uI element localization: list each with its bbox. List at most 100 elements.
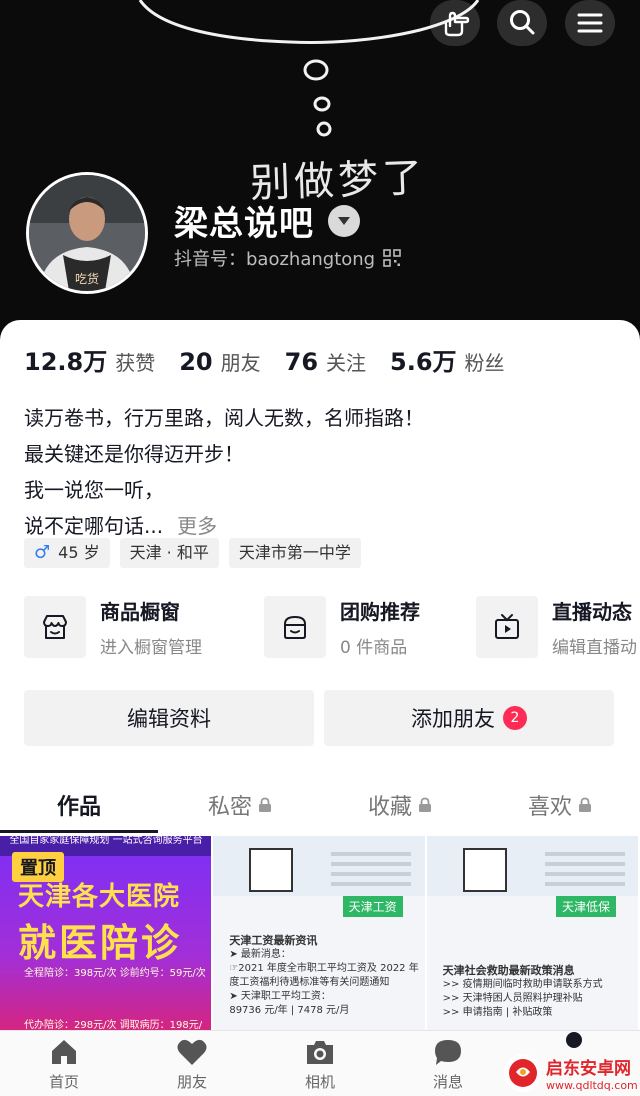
thumbnail-tag: 天津低保 — [555, 896, 616, 917]
service-subtitle: 编辑直播动 — [552, 638, 637, 658]
stat-following-label: 关注 — [326, 351, 367, 375]
thumbnail-news: 天津社会救助最新政策消息 >> 疫情期间临时救助申请联系方式 >> 天津特困人员… — [443, 964, 633, 1020]
notification-badge: 2 — [503, 706, 527, 730]
video-thumbnail[interactable]: 天津工资 天津工资最新资讯 ➤ 最新消息： ☞2021 年度全市职工平均工资及 … — [213, 836, 425, 1036]
tab-label: 收藏 — [367, 795, 412, 820]
search-button[interactable] — [497, 0, 547, 46]
tab-private[interactable]: 私密 — [160, 782, 320, 828]
service-subtitle: 0 件商品 — [340, 638, 408, 658]
add-friend-label: 添加朋友 — [411, 707, 495, 731]
bio-line: 最关键还是你得迈开步！ — [24, 442, 244, 466]
edit-profile-button[interactable]: 编辑资料 — [24, 690, 314, 746]
video-thumbnail[interactable]: 天津低保 天津社会救助最新政策消息 >> 疫情期间临时救助申请联系方式 >> 天… — [426, 836, 638, 1036]
tv-icon — [476, 596, 538, 658]
account-switch-button[interactable] — [328, 204, 360, 237]
douyin-id-text: 抖音号：baozhangtong — [174, 249, 376, 270]
avatar[interactable]: 吃货 — [26, 172, 148, 294]
search-icon — [510, 10, 535, 35]
services-row: 商品橱窗 进入橱窗管理 团购推荐 0 件商品 直播动态 编辑直播动 — [24, 596, 640, 666]
news-line: 89736 元/年 | 7478 元/月 — [229, 1005, 350, 1016]
news-line: ➤ 最新消息： — [229, 949, 291, 960]
nav-home[interactable]: 首页 — [24, 1031, 104, 1096]
profile-tags: ♂ 45 岁 天津 · 和平 天津市第一中学 — [24, 538, 371, 568]
profile-action-buttons: 编辑资料 添加朋友 2 — [24, 690, 614, 746]
news-line: >> 申请指南 | 补贴政策 — [442, 1007, 553, 1018]
service-live-updates[interactable]: 直播动态 编辑直播动 — [476, 596, 637, 658]
nav-label: 相机 — [304, 1072, 335, 1091]
stat-friends[interactable]: 20 朋友 — [179, 347, 260, 376]
news-line: ➤ 天津职工平均工资： — [229, 991, 331, 1002]
content-tabs: 作品 私密 收藏 喜欢 — [0, 782, 640, 833]
service-group-buy[interactable]: 团购推荐 0 件商品 — [264, 596, 420, 658]
nav-camera[interactable]: 相机 — [280, 1031, 360, 1096]
tab-works[interactable]: 作品 — [0, 782, 158, 828]
news-title: 天津工资最新资讯 — [229, 934, 318, 947]
tab-label: 作品 — [56, 795, 101, 820]
lock-icon — [579, 797, 591, 812]
site-watermark: 启东安卓网 www.qdltdq.com — [504, 1050, 640, 1096]
age-tag: ♂ 45 岁 — [24, 538, 110, 568]
heart-icon — [177, 1039, 207, 1065]
service-title: 商品橱窗 — [100, 600, 180, 624]
nav-me-indicator[interactable] — [566, 1032, 582, 1048]
add-friend-button[interactable]: 添加朋友 2 — [324, 690, 614, 746]
document-preview — [331, 852, 412, 892]
nav-messages[interactable]: 消息 — [408, 1031, 488, 1096]
service-shop-window[interactable]: 商品橱窗 进入橱窗管理 — [24, 596, 202, 658]
school-tag: 天津市第一中学 — [228, 538, 361, 568]
bio-line: 说不定哪句话... — [24, 514, 164, 538]
stat-followers-number: 5.6万 — [390, 348, 457, 376]
svg-text:吃货: 吃货 — [75, 271, 99, 286]
video-thumbnail[interactable]: 全国自家家庭保障规划 一站式咨询服务平台 置顶 天津各大医院 就医陪诊 全程陪诊… — [0, 836, 212, 1036]
menu-button[interactable] — [565, 0, 615, 46]
video-grid: 全国自家家庭保障规划 一站式咨询服务平台 置顶 天津各大医院 就医陪诊 全程陪诊… — [0, 836, 640, 1036]
profile-name: 梁总说吧 — [174, 204, 314, 244]
stat-following-number: 76 — [284, 348, 319, 376]
shop-icon — [24, 596, 86, 658]
camera-icon — [307, 1040, 333, 1064]
stat-likes-number: 12.8万 — [24, 348, 108, 376]
news-line: ☞2021 年度全市职工平均工资及 2022 年度工资福利待遇标准等有关问题通知 — [229, 963, 419, 988]
home-icon — [52, 1039, 76, 1064]
news-line: >> 疫情期间临时救助申请联系方式 — [442, 979, 603, 990]
thumbnail-fine-print: 全程陪诊：398元/次 诊前约号：59元/次 — [24, 968, 206, 979]
stat-likes-label: 获赞 — [115, 351, 156, 375]
triangle-down-icon — [338, 216, 350, 225]
stat-followers-label: 粉丝 — [464, 351, 505, 375]
lock-icon — [259, 797, 271, 812]
active-tab-indicator — [0, 830, 158, 833]
thumbnail-news: 天津工资最新资讯 ➤ 最新消息： ☞2021 年度全市职工平均工资及 2022 … — [229, 934, 419, 1018]
watermark-logo-icon — [504, 1054, 542, 1092]
nav-label: 消息 — [432, 1072, 463, 1091]
location-tag: 天津 · 和平 — [119, 538, 219, 568]
stat-following[interactable]: 76 关注 — [285, 347, 366, 376]
tab-label: 喜欢 — [527, 795, 572, 820]
thumbnail-headline: 就医陪诊 — [18, 921, 183, 965]
nav-friends[interactable]: 朋友 — [152, 1031, 232, 1096]
hand-icon — [444, 11, 470, 37]
service-subtitle: 进入橱窗管理 — [100, 638, 202, 658]
bio-more-link[interactable]: 更多 — [177, 514, 217, 538]
stat-likes[interactable]: 12.8万 获赞 — [24, 342, 155, 377]
thumbnail-tag: 天津工资 — [342, 896, 403, 917]
tab-likes[interactable]: 喜欢 — [480, 782, 640, 828]
qr-code-icon[interactable] — [383, 249, 401, 267]
nav-label: 朋友 — [176, 1072, 207, 1091]
tab-favorites[interactable]: 收藏 — [320, 782, 480, 828]
lock-icon — [419, 797, 431, 812]
message-icon — [435, 1039, 461, 1065]
qr-code-image — [462, 848, 507, 892]
profile-bio: 读万卷书，行万里路，阅人无数，名师指路！ 最关键还是你得迈开步！ 我一说您一听，… — [24, 400, 624, 544]
watermark-name: 启东安卓网 — [546, 1059, 631, 1079]
male-icon: ♂ — [34, 542, 51, 563]
profile-header: 别做梦了 吃货 梁总说吧 抖音号：baozhangtong — [0, 0, 640, 340]
douyin-id[interactable]: 抖音号：baozhangtong — [174, 245, 401, 271]
stat-friends-label: 朋友 — [220, 351, 261, 375]
news-title: 天津社会救助最新政策消息 — [442, 964, 575, 977]
hamburger-icon — [577, 13, 603, 33]
hand-gesture-button[interactable] — [430, 0, 480, 46]
news-line: >> 天津特困人员照料护理补贴 — [442, 993, 583, 1004]
bio-line: 我一说您一听， — [24, 478, 164, 502]
service-title: 直播动态 — [552, 600, 632, 624]
stat-followers[interactable]: 5.6万 粉丝 — [390, 342, 505, 377]
